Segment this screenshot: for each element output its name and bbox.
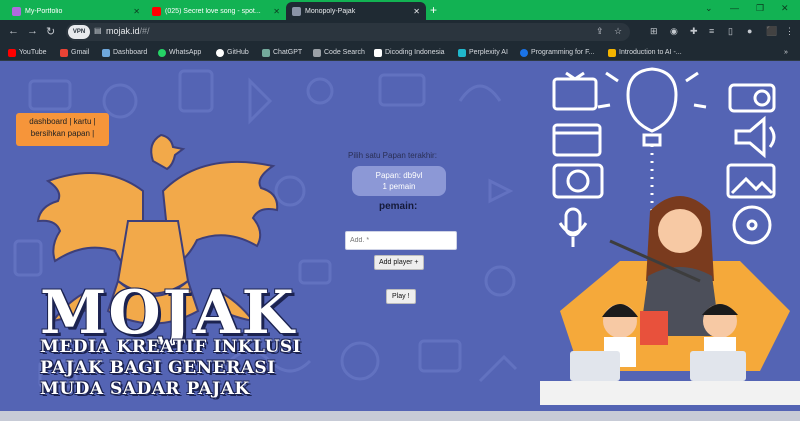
eye-extension-icon[interactable]: ◉ [670, 26, 678, 37]
tab-title: My-Portfolio [25, 7, 63, 15]
share-icon[interactable]: ⇪ [596, 26, 604, 37]
lock-icon[interactable]: ▤ [94, 26, 102, 35]
board-player-count: 1 pemain [382, 182, 416, 191]
close-tab-icon[interactable]: ✕ [273, 7, 280, 16]
player-name-input[interactable] [345, 231, 457, 250]
url-text[interactable]: mojak.id/#/ [106, 26, 150, 36]
hero-line-2: PAJAK BAGI GENERASI [40, 358, 276, 378]
bookmarks-bar: YouTube Gmail Dashboard WhatsApp GitHub … [0, 44, 800, 61]
bookmark-star-icon[interactable]: ☆ [614, 26, 622, 37]
nav-kartu-link[interactable]: kartu [74, 117, 92, 126]
page-favicon-icon [292, 6, 301, 16]
lightbulb-icon [626, 67, 678, 133]
board-card[interactable]: Papan: db9vl 1 pemain [352, 166, 446, 196]
new-tab-button[interactable]: + [430, 3, 437, 17]
hero-title: MOJAK [40, 278, 296, 348]
tab-my-portfolio[interactable]: My-Portfolio ✕ [6, 2, 146, 20]
nav-dashboard-link[interactable]: dashboard [29, 117, 67, 126]
portfolio-favicon-icon [12, 6, 21, 16]
gmail-icon [60, 48, 68, 57]
whatsapp-icon [158, 48, 166, 57]
youtube-favicon-icon [152, 6, 161, 16]
close-tab-icon[interactable]: ✕ [413, 7, 420, 16]
players-label: pemain: [379, 201, 418, 212]
back-arrow-icon[interactable]: ← [8, 25, 19, 37]
maximize-icon[interactable]: ❐ [756, 3, 764, 14]
film-reel-icon [732, 205, 772, 245]
play-button[interactable]: Play ! [386, 289, 416, 304]
radio-icon [728, 83, 776, 113]
translate-extension-icon[interactable]: ⊞ [650, 26, 658, 37]
tab-strip: My-Portfolio ✕ (025) Secret love song - … [0, 0, 800, 20]
sidebar-icon[interactable]: ▯ [728, 26, 733, 37]
youtube-icon [8, 48, 16, 57]
github-icon [216, 48, 224, 57]
profile-icon[interactable]: ● [747, 26, 752, 36]
forward-arrow-icon[interactable]: → [27, 25, 38, 37]
page-bottom-strip [0, 411, 800, 421]
bookmark-intro-ai[interactable]: Introduction to AI -... [608, 46, 682, 59]
tab-secret-love-song[interactable]: (025) Secret love song - spot... ✕ [146, 2, 286, 20]
update-icon[interactable]: ⬛ [766, 26, 777, 37]
nav-separator: | [93, 117, 96, 126]
bookmark-youtube[interactable]: YouTube [8, 46, 47, 59]
board-name: Papan: db9vl [375, 171, 423, 180]
speaker-icon [734, 115, 766, 159]
dashboard-icon [102, 48, 110, 57]
add-player-button[interactable]: Add player + [374, 255, 424, 270]
puzzle-extensions-icon[interactable]: ✚ [690, 26, 698, 37]
close-window-icon[interactable]: ✕ [781, 3, 789, 14]
clapperboard-icon [552, 123, 602, 157]
nav-separator: | [69, 117, 72, 126]
chatgpt-icon [262, 48, 270, 57]
dicoding-icon [374, 48, 382, 57]
pick-board-label: Pilih satu Papan terakhir: [348, 151, 437, 160]
reload-icon[interactable]: ↻ [46, 25, 55, 38]
bookmark-whatsapp[interactable]: WhatsApp [158, 46, 201, 59]
minimize-icon[interactable]: — [730, 3, 739, 13]
code-search-icon [313, 48, 321, 57]
close-tab-icon[interactable]: ✕ [133, 7, 140, 16]
tab-monopoly-pajak[interactable]: Monopoly-Pajak ✕ [286, 2, 426, 20]
perplexity-icon [458, 48, 466, 57]
tab-search-chevron-icon[interactable]: ⌄ [705, 3, 713, 14]
hero-line-3: MUDA SADAR PAJAK [40, 379, 250, 399]
bookmark-dicoding[interactable]: Dicoding Indonesia [374, 46, 445, 59]
tab-title: (025) Secret love song - spot... [165, 7, 261, 15]
bookmark-github[interactable]: GitHub [216, 46, 249, 59]
hero-line-1: MEDIA KREATIF INKLUSI [40, 337, 302, 357]
programming-icon [520, 48, 528, 57]
bookmark-code-search[interactable]: Code Search [313, 46, 365, 59]
bookmark-gmail[interactable]: Gmail [60, 46, 89, 59]
bookmark-programming[interactable]: Programming for F... [520, 46, 594, 59]
bookmark-chatgpt[interactable]: ChatGPT [262, 46, 302, 59]
bookmark-dashboard[interactable]: Dashboard [102, 46, 147, 59]
tab-title: Monopoly-Pajak [305, 7, 356, 15]
browser-toolbar: ← → ↻ VPN ▤ mojak.id/#/ ⇪ ☆ ⊞ ◉ ✚ ≡ ▯ ● … [0, 20, 800, 44]
site-badge-icon[interactable]: VPN [68, 25, 90, 39]
address-bar[interactable]: VPN ▤ mojak.id/#/ ⇪ ☆ [66, 23, 630, 41]
more-bookmarks-icon[interactable]: » [784, 46, 788, 59]
menu-kebab-icon[interactable]: ⋮ [785, 26, 794, 37]
tv-icon [552, 77, 598, 111]
intro-ai-icon [608, 48, 616, 57]
page-content: dashboard | kartu | bersihkan papan | MO… [0, 61, 800, 421]
teacher-students-illustration [540, 67, 800, 405]
list-icon[interactable]: ≡ [709, 26, 714, 36]
bookmark-perplexity[interactable]: Perplexity AI [458, 46, 508, 59]
